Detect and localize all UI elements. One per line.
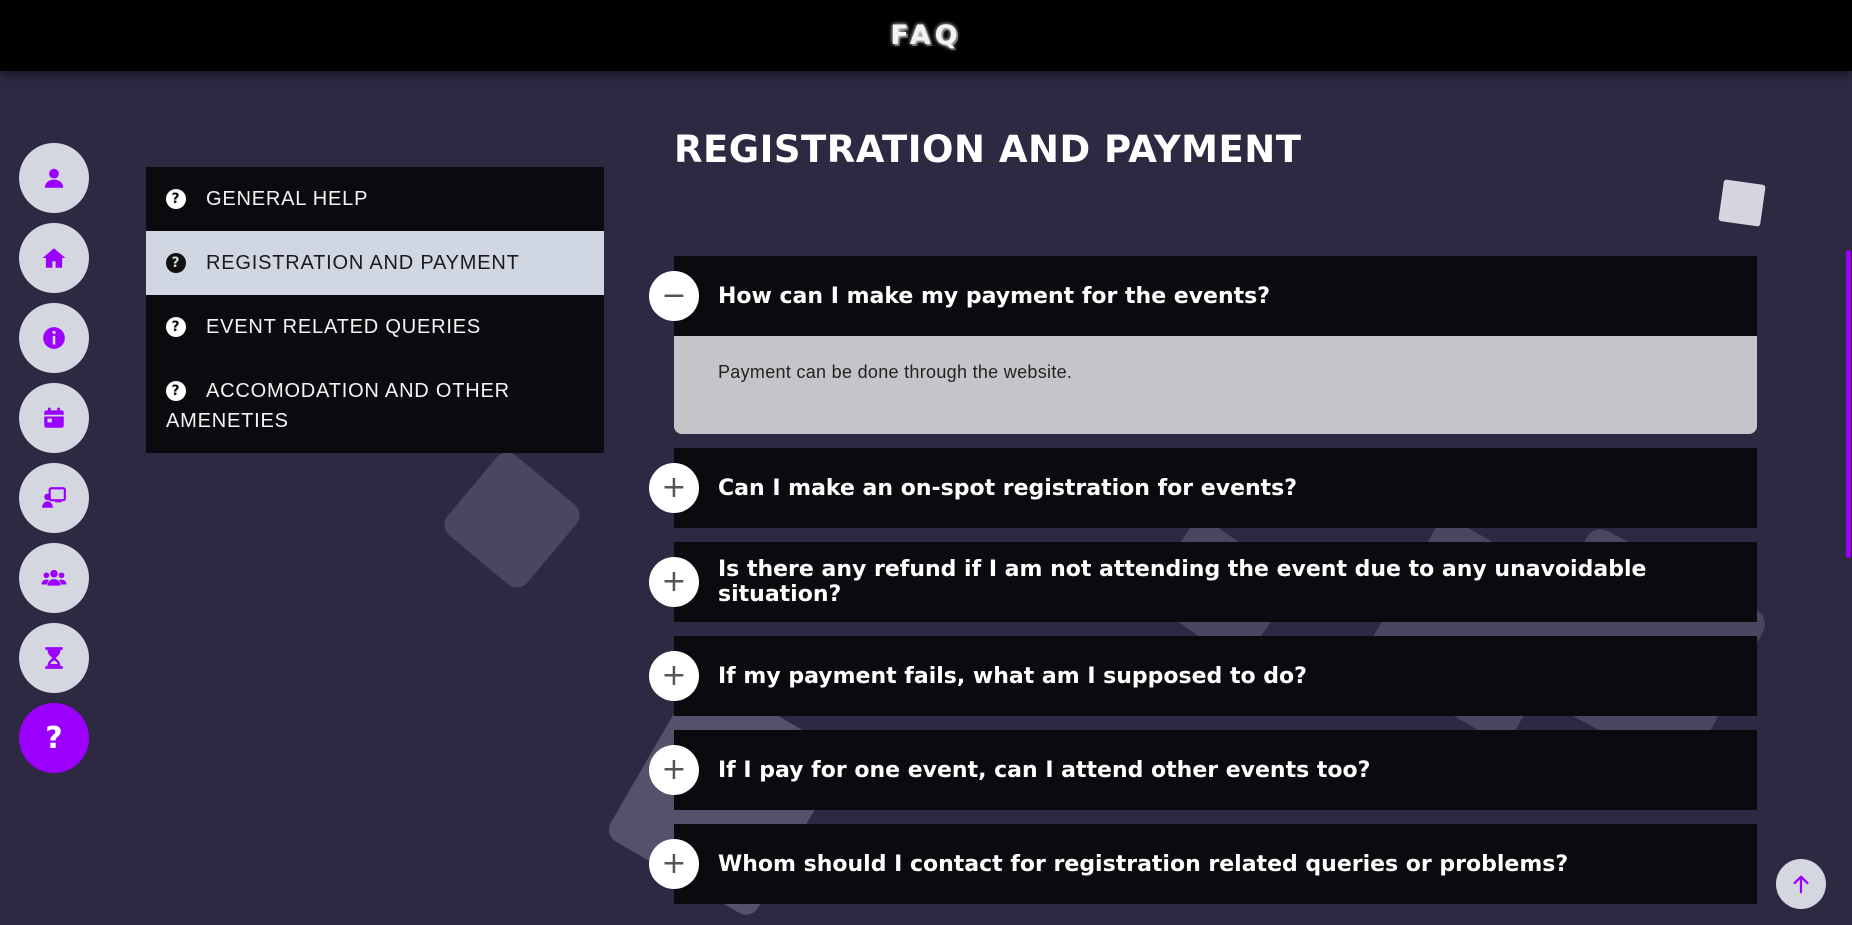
plus-icon[interactable]: + — [649, 745, 699, 795]
faq-question-header[interactable]: + Can I make an on-spot registration for… — [649, 448, 1757, 528]
faq-category-menu: ? GENERAL HELP ? REGISTRATION AND PAYMENT … — [146, 167, 604, 453]
plus-icon[interactable]: + — [649, 651, 699, 701]
faq-question-header[interactable]: + If my payment fails, what am I suppose… — [649, 636, 1757, 716]
info-icon — [43, 327, 65, 349]
nav-team-button[interactable] — [19, 543, 89, 613]
category-label: ACCOMODATION AND OTHER AMENETIES — [166, 380, 510, 432]
side-nav-rail: ? — [19, 143, 89, 783]
faq-question: How can I make my payment for the events… — [718, 283, 1270, 309]
hourglass-icon — [45, 647, 63, 669]
faq-item: + If my payment fails, what am I suppose… — [649, 636, 1757, 716]
question-circle-icon: ? — [166, 317, 186, 337]
team-icon — [41, 569, 67, 586]
top-bar: FAQ — [0, 0, 1852, 71]
category-label: REGISTRATION AND PAYMENT — [206, 252, 520, 274]
presentation-icon — [42, 487, 66, 508]
nav-about-button[interactable] — [19, 303, 89, 373]
nav-faq-button[interactable]: ? — [19, 703, 89, 773]
scroll-to-top-button[interactable] — [1776, 859, 1826, 909]
calendar-icon — [44, 407, 64, 428]
faq-accordion: − How can I make my payment for the even… — [649, 256, 1757, 918]
nav-events-button[interactable] — [19, 383, 89, 453]
faq-item: + Whom should I contact for registration… — [649, 824, 1757, 904]
faq-question: If my payment fails, what am I supposed … — [718, 663, 1307, 689]
category-accomodation[interactable]: ? ACCOMODATION AND OTHER AMENETIES — [146, 359, 604, 453]
faq-question: If I pay for one event, can I attend oth… — [718, 757, 1371, 783]
scrollbar-thumb[interactable] — [1846, 250, 1851, 558]
faq-item: + Can I make an on-spot registration for… — [649, 448, 1757, 528]
faq-question-header[interactable]: + Is there any refund if I am not attend… — [649, 542, 1757, 622]
question-circle-icon: ? — [166, 381, 186, 401]
faq-answer: Payment can be done through the website. — [674, 336, 1757, 434]
home-icon — [42, 248, 66, 268]
category-label: EVENT RELATED QUERIES — [206, 316, 482, 338]
faq-question: Whom should I contact for registration r… — [718, 851, 1569, 877]
arrow-up-icon — [1793, 875, 1809, 894]
faq-question: Can I make an on-spot registration for e… — [718, 475, 1298, 501]
nav-workshops-button[interactable] — [19, 463, 89, 533]
faq-question-header[interactable]: + Whom should I contact for registration… — [649, 824, 1757, 904]
question-icon: ? — [45, 720, 63, 756]
question-circle-icon: ? — [166, 189, 186, 209]
category-event-related-queries[interactable]: ? EVENT RELATED QUERIES — [146, 295, 604, 359]
nav-profile-button[interactable] — [19, 143, 89, 213]
plus-icon[interactable]: + — [649, 463, 699, 513]
plus-icon[interactable]: + — [649, 557, 699, 607]
user-icon — [44, 168, 64, 188]
category-label: GENERAL HELP — [206, 188, 369, 210]
decorative-shape — [438, 446, 586, 594]
faq-item: + Is there any refund if I am not attend… — [649, 542, 1757, 622]
faq-item: − How can I make my payment for the even… — [649, 256, 1757, 434]
question-circle-icon: ? — [166, 253, 186, 273]
minus-icon[interactable]: − — [649, 271, 699, 321]
decorative-shape — [1718, 179, 1766, 227]
faq-question: Is there any refund if I am not attendin… — [718, 557, 1647, 607]
nav-timeline-button[interactable] — [19, 623, 89, 693]
nav-home-button[interactable] — [19, 223, 89, 293]
plus-icon[interactable]: + — [649, 839, 699, 889]
section-title: REGISTRATION AND PAYMENT — [674, 128, 1302, 171]
faq-question-header[interactable]: − How can I make my payment for the even… — [649, 256, 1757, 336]
category-registration-and-payment[interactable]: ? REGISTRATION AND PAYMENT — [146, 231, 604, 295]
category-general-help[interactable]: ? GENERAL HELP — [146, 167, 604, 231]
page-title: FAQ — [890, 20, 962, 51]
faq-question-header[interactable]: + If I pay for one event, can I attend o… — [649, 730, 1757, 810]
faq-item: + If I pay for one event, can I attend o… — [649, 730, 1757, 810]
